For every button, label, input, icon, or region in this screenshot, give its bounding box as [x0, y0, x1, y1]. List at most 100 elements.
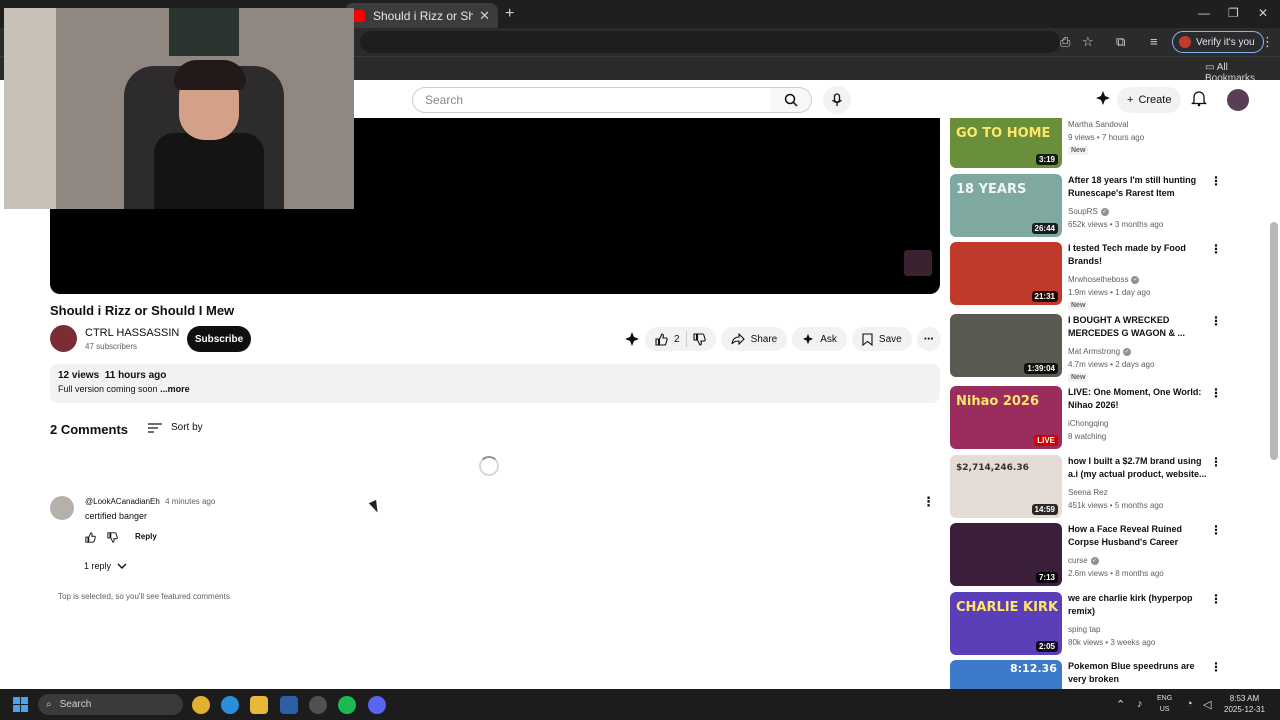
omnibox[interactable] [360, 31, 1060, 53]
recommendation-menu-icon[interactable]: ⋮ [1210, 523, 1222, 537]
recommendation-title[interactable]: I tested Tech made by Food Brands! [1068, 242, 1208, 268]
volume-icon[interactable]: ◁ [1203, 698, 1211, 711]
recommendation-title[interactable]: how I built a $2.7M brand using a.i (my … [1068, 455, 1208, 481]
minimize-icon[interactable]: — [1198, 6, 1210, 20]
recommendation-item[interactable]: 18 YEARS 26:44 After 18 years I'm still hu… [950, 174, 1250, 238]
ask-button[interactable]: Ask [792, 327, 847, 351]
tray-mic-icon[interactable]: ♪ [1137, 698, 1143, 710]
channel-name[interactable]: CTRL HASSASSIN [85, 327, 179, 339]
thumbs-down-icon[interactable] [693, 332, 706, 346]
install-app-icon[interactable]: ⎙ [1060, 34, 1070, 50]
page-scrollbar[interactable] [1270, 222, 1278, 460]
obs-taskbar-icon[interactable] [309, 696, 327, 714]
comment-menu-icon[interactable]: ⋮ [922, 494, 935, 510]
sort-by-button[interactable]: Sort by [148, 422, 203, 433]
close-window-icon[interactable]: ✕ [1258, 6, 1268, 20]
channel-avatar[interactable] [50, 325, 77, 352]
video-thumbnail[interactable]: Nihao 2026 LIVE [950, 386, 1062, 449]
discord-taskbar-icon[interactable] [368, 696, 386, 714]
show-more-link[interactable]: ...more [160, 384, 190, 394]
recommendation-channel[interactable]: iChongqing [1068, 419, 1108, 428]
comment-author[interactable]: @LookACanadianEh [85, 497, 160, 506]
recommendation-title[interactable]: LIVE: One Moment, One World: Nihao 2026! [1068, 386, 1208, 412]
wifi-icon[interactable]: ◔ [1186, 698, 1193, 710]
recommendation-item[interactable]: 7:13 How a Face Reveal Ruined Corpse Husb… [950, 523, 1250, 587]
recommendation-title[interactable]: we are charlie kirk (hyperpop remix) [1068, 592, 1208, 618]
bookmark-star-icon[interactable]: ☆ [1082, 34, 1094, 50]
comment-time[interactable]: 4 minutes ago [165, 497, 215, 506]
recommendation-item[interactable]: GO TO HOME 3:19 Martha Sandoval 9 views • 7… [950, 118, 1250, 168]
comment-reply-button[interactable]: Reply [135, 532, 157, 541]
recommendation-channel[interactable]: Mat Armstrong ✓ [1068, 347, 1132, 356]
recommendation-menu-icon[interactable]: ⋮ [1210, 660, 1222, 674]
video-thumbnail[interactable]: 21:31 [950, 242, 1062, 305]
new-tab-button[interactable]: + [505, 5, 514, 23]
chrome-taskbar-icon[interactable] [192, 696, 210, 714]
video-thumbnail[interactable]: CHARLIE KIRK 2:05 [950, 592, 1062, 655]
view-replies-button[interactable]: 1 reply [84, 561, 127, 571]
media-control-icon[interactable]: ≡ [1150, 34, 1158, 49]
recommendation-channel[interactable]: SoupRS ✓ [1068, 207, 1109, 216]
recommendation-menu-icon[interactable]: ⋮ [1210, 455, 1222, 469]
ai-sparkle-icon[interactable] [624, 331, 640, 347]
subscribe-button[interactable]: Subscribe [187, 326, 251, 352]
verify-identity-button[interactable]: Verify it's you [1172, 31, 1264, 53]
recommendation-menu-icon[interactable]: ⋮ [1210, 386, 1222, 400]
search-input[interactable]: Search [412, 87, 771, 113]
taskbar-search-icon: ⌕ [46, 699, 52, 710]
recommendation-menu-icon[interactable]: ⋮ [1210, 314, 1222, 328]
restore-icon[interactable]: ❐ [1228, 6, 1239, 20]
recommendation-title[interactable]: How a Face Reveal Ruined Corpse Husband'… [1068, 523, 1208, 549]
recommendation-item[interactable]: Nihao 2026 LIVE LIVE: One Moment, One Worl… [950, 386, 1250, 450]
tab-close-icon[interactable]: ✕ [479, 8, 490, 24]
recommendation-title[interactable]: I BOUGHT A WRECKED MERCEDES G WAGON & ..… [1068, 314, 1208, 340]
spotify-taskbar-icon[interactable] [338, 696, 356, 714]
video-thumbnail[interactable]: $2,714,246.36 14:59 [950, 455, 1062, 518]
comment-like-icon[interactable] [85, 532, 96, 543]
chrome-menu-icon[interactable]: ⋮ [1261, 34, 1274, 50]
recommendation-channel[interactable]: Mrwhosetheboss ✓ [1068, 275, 1140, 284]
recommendation-title[interactable]: Pokemon Blue speedruns are very broken [1068, 660, 1208, 686]
recommendation-channel[interactable]: sping tap [1068, 625, 1100, 634]
recommendation-menu-icon[interactable]: ⋮ [1210, 174, 1222, 188]
taskbar-clock[interactable]: 8:53 AM 2025-12-31 [1224, 693, 1265, 715]
recommendation-title[interactable]: After 18 years I'm still hunting Runesca… [1068, 174, 1208, 200]
browser-tab-active[interactable]: Should i Rizz or Should I Mew ✕ [345, 3, 498, 28]
description-box[interactable]: 12 views 11 hours ago Full version comin… [50, 364, 940, 403]
comment-author-avatar[interactable] [50, 496, 74, 520]
account-avatar[interactable] [1227, 89, 1249, 111]
video-thumbnail[interactable]: GO TO HOME 3:19 [950, 118, 1062, 168]
share-button[interactable]: Share [720, 327, 788, 351]
video-thumbnail[interactable]: 7:13 [950, 523, 1062, 586]
search-button[interactable] [770, 87, 812, 113]
video-thumbnail[interactable]: 1:39:04 [950, 314, 1062, 377]
recommendation-item[interactable]: $2,714,246.36 14:59 how I built a $2.7M br… [950, 455, 1250, 519]
create-button[interactable]: + Create [1117, 87, 1182, 113]
more-actions-button[interactable]: ⋯ [916, 327, 941, 351]
taskbar-search[interactable]: ⌕ Search [38, 694, 183, 715]
tray-chevron-icon[interactable]: ⌃ [1116, 698, 1125, 711]
extensions-icon[interactable]: ⧉ [1116, 34, 1125, 50]
save-button[interactable]: Save [851, 327, 912, 351]
language-indicator[interactable]: ENG US [1157, 693, 1172, 715]
windows-start-icon[interactable] [13, 697, 28, 712]
save-label: Save [878, 333, 902, 345]
recommendation-menu-icon[interactable]: ⋮ [1210, 242, 1222, 256]
video-thumbnail[interactable]: 18 YEARS 26:44 [950, 174, 1062, 237]
recommendation-item[interactable]: 1:39:04 I BOUGHT A WRECKED MERCEDES G WAG… [950, 314, 1250, 382]
edge-taskbar-icon[interactable] [221, 696, 239, 714]
recommendation-menu-icon[interactable]: ⋮ [1210, 592, 1222, 606]
recommendation-channel[interactable]: Seena Rez [1068, 488, 1108, 497]
like-button[interactable]: 2 [655, 332, 680, 346]
recommendation-channel[interactable]: curse ✓ [1068, 556, 1099, 565]
recommendation-item[interactable]: CHARLIE KIRK 2:05 we are charlie kirk (hyp… [950, 592, 1250, 656]
store-taskbar-icon[interactable] [280, 696, 298, 714]
file-explorer-icon[interactable] [250, 696, 268, 714]
recommendation-channel[interactable]: Martha Sandoval [1068, 120, 1128, 129]
recommendation-item[interactable]: 21:31 I tested Tech made by Food Brands! M… [950, 242, 1250, 310]
channel-watermark-icon[interactable] [904, 250, 932, 276]
voice-search-button[interactable] [823, 86, 851, 114]
comment-dislike-icon[interactable] [107, 532, 118, 543]
notifications-bell-icon[interactable] [1191, 90, 1207, 107]
ai-sparkle-icon[interactable] [1095, 90, 1111, 106]
